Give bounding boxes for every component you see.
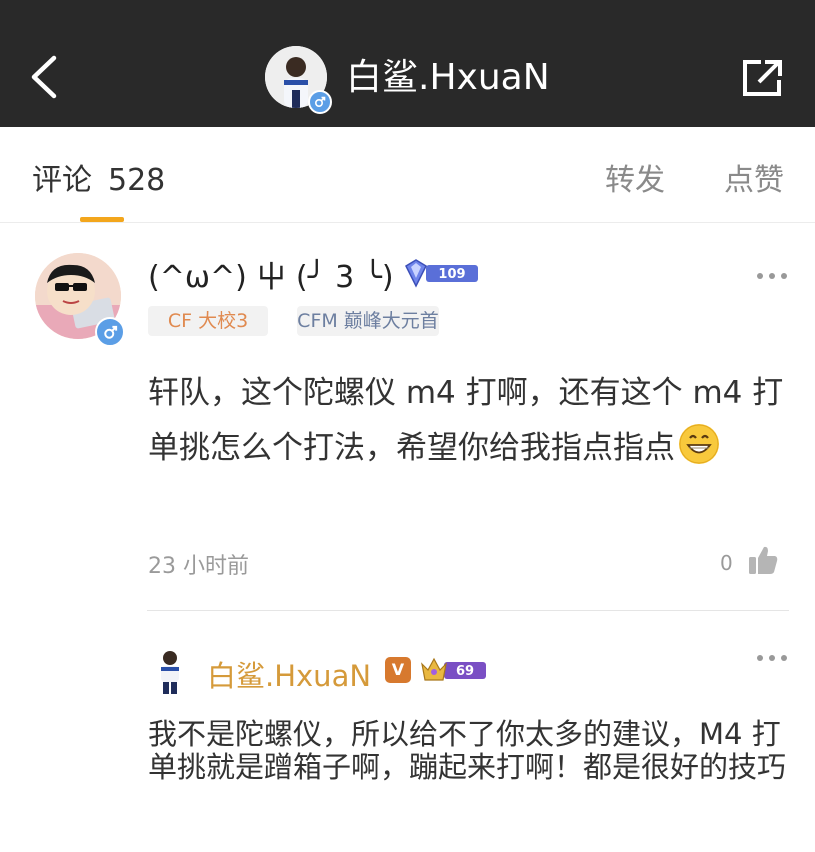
grinning-face-emoji-icon bbox=[679, 424, 719, 464]
comment-like-count: 0 bbox=[720, 551, 733, 575]
reply-more-options-button[interactable] bbox=[755, 650, 789, 664]
level-badge: 109 bbox=[404, 258, 480, 288]
share-button[interactable] bbox=[741, 58, 785, 98]
male-gender-icon bbox=[308, 90, 332, 114]
thumbs-up-icon bbox=[749, 546, 778, 574]
back-button[interactable] bbox=[26, 52, 66, 102]
tab-comments-count: 528 bbox=[108, 163, 166, 198]
share-external-icon bbox=[743, 60, 782, 96]
tab-like[interactable]: 点赞 bbox=[724, 155, 784, 199]
page-title: 白鲨.HxuaN bbox=[346, 57, 550, 98]
comment-body: 轩队，这个陀螺仪 m4 打啊，还有这个 m4 打单挑怎么个打法，希望你给我指点指… bbox=[148, 366, 798, 476]
top-bar: 白鲨.HxuaN bbox=[0, 0, 815, 127]
tab-repost[interactable]: 转发 bbox=[605, 155, 665, 199]
verified-v-badge: V bbox=[385, 657, 411, 683]
comment-timestamp: 23 小时前 bbox=[148, 554, 249, 579]
reply-level-number: 69 bbox=[456, 664, 474, 679]
crown-level-icon: 69 bbox=[421, 657, 486, 681]
tab-comments-label: 评论 bbox=[32, 163, 92, 198]
tab-comments[interactable]: 评论 528 bbox=[32, 155, 165, 199]
more-dots-icon bbox=[757, 273, 787, 279]
reply-author-avatar[interactable] bbox=[149, 648, 191, 694]
game-tag-cfm[interactable]: CFM 巅峰大元首 bbox=[297, 306, 439, 336]
commenter-username[interactable]: (^ω^) 屮 (╯ 3 ╰) bbox=[148, 252, 394, 296]
game-tag-cf[interactable]: CF 大校3 bbox=[148, 306, 268, 336]
reply-author-username[interactable]: 白鲨.HxuaN bbox=[207, 653, 371, 695]
diamond-level-icon: 109 bbox=[405, 259, 478, 288]
chevron-left-icon bbox=[31, 55, 57, 99]
level-number: 109 bbox=[438, 267, 465, 282]
reply-level-badge: 69 bbox=[420, 656, 488, 684]
like-button[interactable] bbox=[747, 544, 779, 576]
divider bbox=[147, 610, 789, 611]
reply-body: 我不是陀螺仪，所以给不了你太多的建议，M4 打单挑就是蹭箱子啊，蹦起来打啊！都是… bbox=[148, 717, 787, 784]
tab-bar: 评论 528 转发 点赞 bbox=[0, 127, 815, 223]
more-options-button[interactable] bbox=[755, 268, 789, 282]
male-gender-icon bbox=[95, 317, 125, 347]
more-dots-icon bbox=[757, 655, 787, 661]
active-tab-indicator bbox=[80, 217, 124, 222]
